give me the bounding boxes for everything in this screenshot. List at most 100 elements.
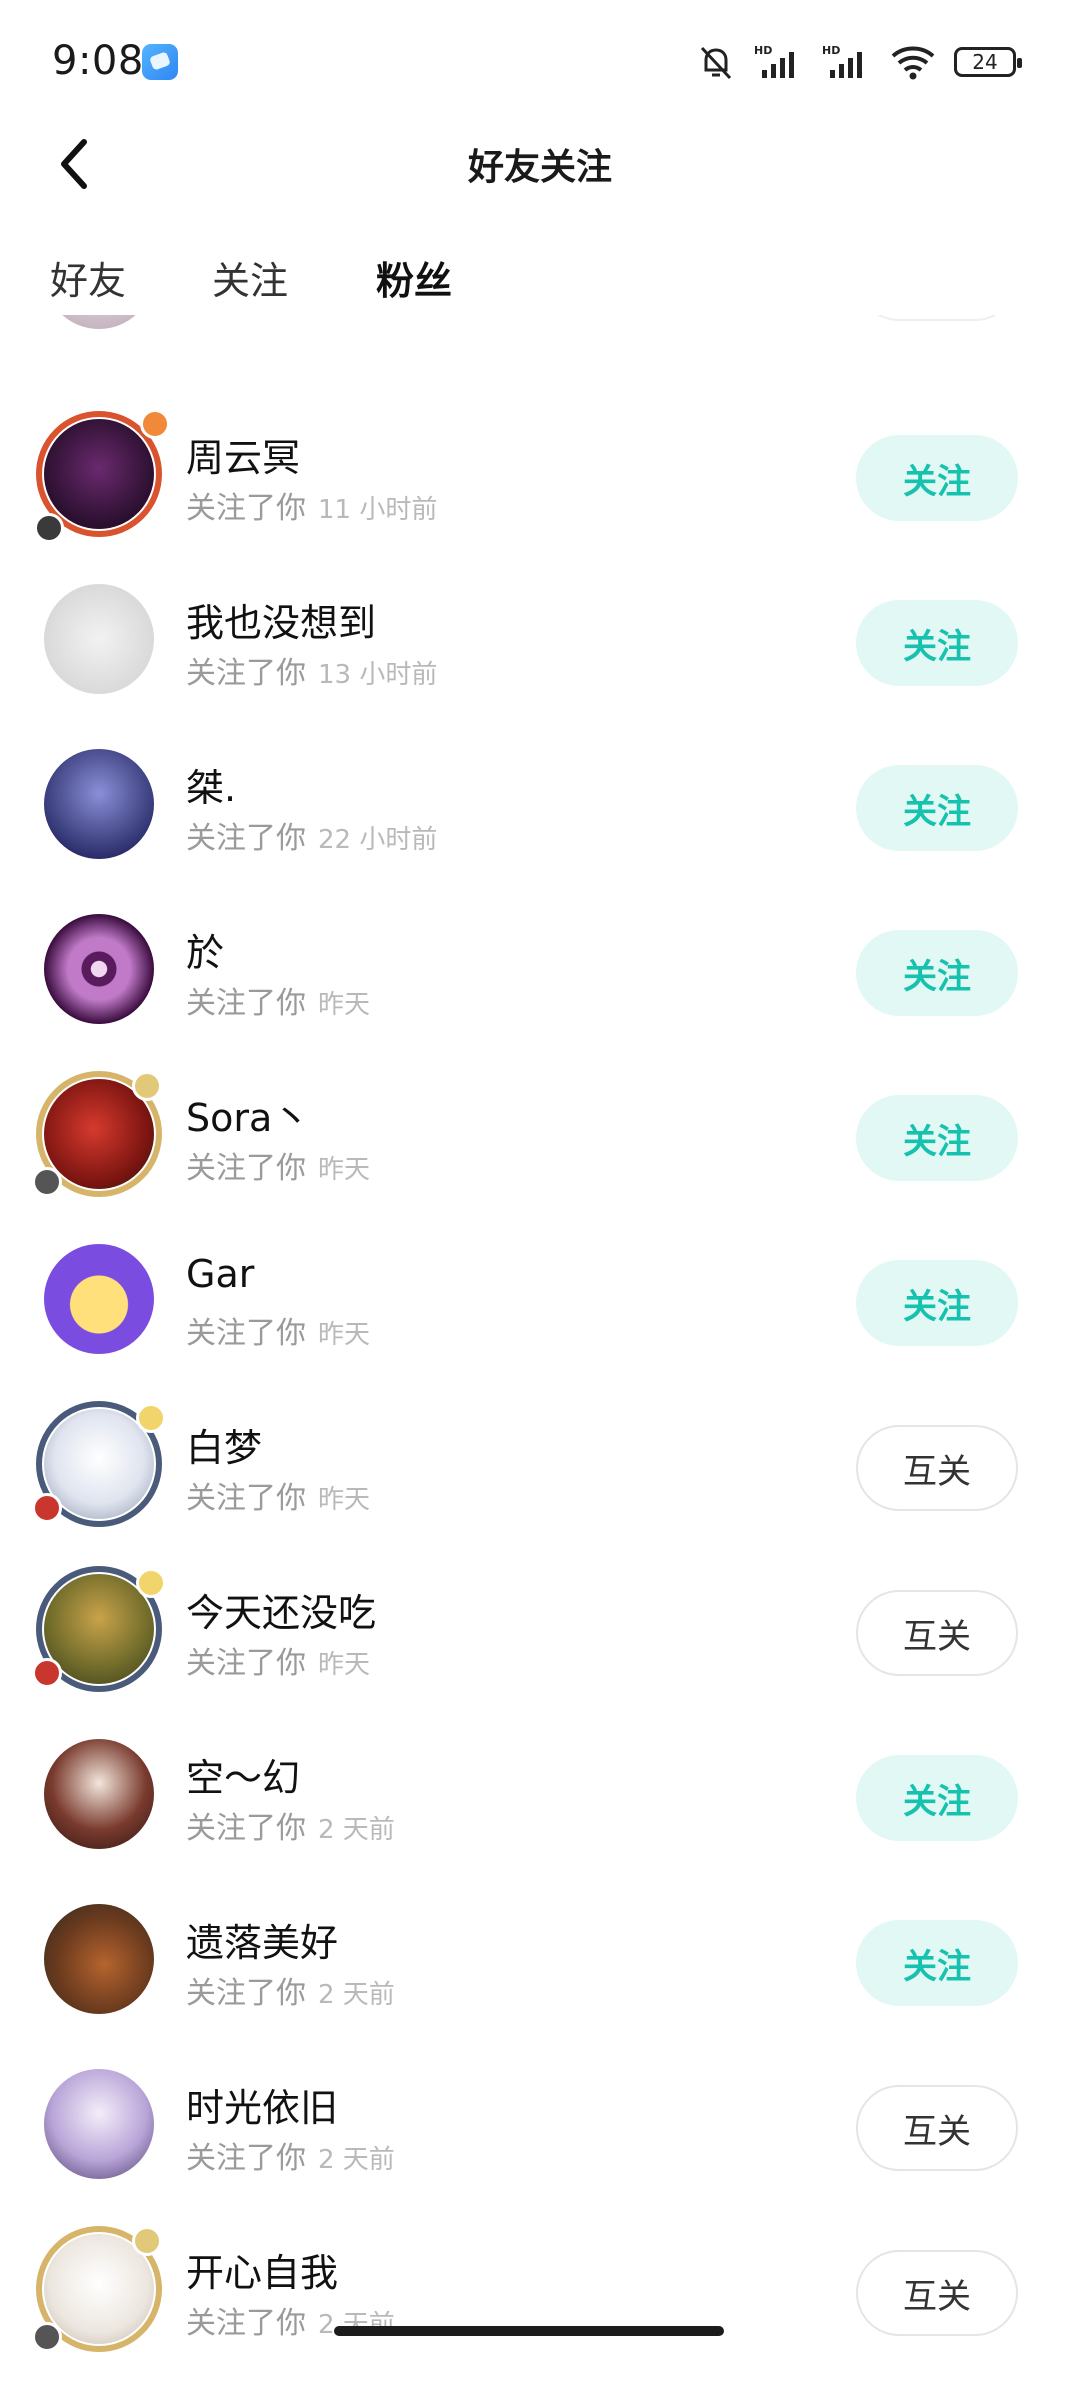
list-item[interactable]: 桀. 关注了你 22 小时前 关注: [0, 725, 1080, 890]
follow-button[interactable]: 关注: [856, 1095, 1018, 1181]
follow-button[interactable]: 关注: [856, 765, 1018, 851]
list-item[interactable]: 於 关注了你 昨天 关注: [0, 890, 1080, 1055]
avatar[interactable]: [32, 1892, 166, 2026]
list-item[interactable]: 今天还没吃 关注了你 昨天 互关: [0, 1550, 1080, 1715]
svg-text:HD: HD: [822, 44, 840, 57]
svg-text:HD: HD: [754, 44, 772, 57]
follow-info: 关注了你 昨天: [186, 1308, 370, 1352]
follow-action: 关注了你: [186, 1646, 306, 1681]
list-item[interactable]: 空～幻 关注了你 2 天前 关注: [0, 1715, 1080, 1880]
follow-action: 关注了你: [186, 986, 306, 1021]
follow-time: 昨天: [318, 1485, 371, 1515]
user-name: 开心自我: [186, 2251, 339, 2295]
mute-bell-icon: [700, 46, 732, 80]
follow-info: 关注了你 22 小时前: [186, 813, 437, 857]
follow-action: 关注了你: [186, 1811, 306, 1846]
follow-button[interactable]: 关注: [856, 1920, 1018, 2006]
avatar[interactable]: [32, 737, 166, 871]
avatar[interactable]: [32, 407, 170, 543]
follow-button[interactable]: 关注: [856, 1755, 1018, 1841]
battery-level: 24: [972, 50, 998, 74]
header: 好友关注: [0, 120, 1080, 208]
follow-action: 关注了你: [186, 821, 306, 856]
follow-info: 关注了你 昨天: [186, 978, 370, 1022]
tab-fans[interactable]: 粉丝: [376, 250, 452, 305]
avatar[interactable]: [32, 2222, 166, 2356]
user-name: 周云冥: [186, 436, 301, 480]
avatar[interactable]: [32, 1562, 166, 1696]
mutual-follow-button[interactable]: 互关: [856, 2085, 1018, 2171]
avatar[interactable]: [32, 2057, 166, 2191]
avatar[interactable]: [32, 1727, 166, 1861]
follow-button[interactable]: 关注: [856, 1260, 1018, 1346]
list-item[interactable]: 时光依旧 关注了你 2 天前 互关: [0, 2045, 1080, 2210]
list-item[interactable]: Sora丶 关注了你 昨天 关注: [0, 1055, 1080, 1220]
signal-hd-icon: HD: [754, 44, 794, 78]
list-item[interactable]: 周云冥 关注了你 11 小时前 关注: [0, 395, 1080, 560]
follow-info: 关注了你 2 天前: [186, 1803, 395, 1847]
mutual-follow-button[interactable]: [856, 315, 1018, 321]
app-notification-icon: [142, 44, 178, 80]
follow-info: 关注了你 11 小时前: [186, 483, 437, 527]
follow-action: 关注了你: [186, 2306, 306, 2341]
followers-list: 周云冥 关注了你 11 小时前 关注 我也没想到 关注了你 13 小时前 关注 桀.…: [0, 315, 1080, 2365]
follow-button[interactable]: 关注: [856, 435, 1018, 521]
page-title: 好友关注: [467, 147, 612, 188]
follow-time: 2 天前: [318, 1980, 395, 2010]
user-name: 空～幻: [186, 1756, 301, 1800]
follow-info: 关注了你 昨天: [186, 1473, 370, 1517]
follow-action: 关注了你: [186, 656, 306, 691]
home-indicator[interactable]: [334, 2326, 724, 2336]
user-name: 白梦: [186, 1426, 263, 1470]
follow-info: 关注了你 2 天前: [186, 1968, 395, 2012]
mutual-follow-button[interactable]: 互关: [856, 1590, 1018, 1676]
follow-button[interactable]: 关注: [856, 600, 1018, 686]
follow-time: 22 小时前: [318, 825, 438, 855]
list-item[interactable]: 开心自我 关注了你 2 天前 互关: [0, 2210, 1080, 2365]
list-item[interactable]: 白梦 关注了你 昨天 互关: [0, 1385, 1080, 1550]
mutual-follow-button[interactable]: 互关: [856, 1425, 1018, 1511]
follow-time: 昨天: [318, 1320, 371, 1350]
mutual-follow-button[interactable]: 互关: [856, 2250, 1018, 2336]
list-item[interactable]: 遗落美好 关注了你 2 天前 关注: [0, 1880, 1080, 2045]
avatar[interactable]: [32, 572, 166, 706]
follow-action: 关注了你: [186, 1151, 306, 1186]
avatar[interactable]: [32, 1232, 166, 1366]
follow-info: 关注了你 昨天: [186, 1638, 370, 1682]
user-name: 遗落美好: [186, 1921, 339, 1965]
follow-time: 昨天: [318, 990, 371, 1020]
user-name: 我也没想到: [186, 601, 377, 645]
follow-action: 关注了你: [186, 1481, 306, 1516]
user-name: 桀.: [186, 766, 237, 810]
avatar[interactable]: [32, 315, 166, 341]
status-time: 9:08: [52, 38, 144, 84]
list-item[interactable]: [0, 315, 1080, 360]
avatar[interactable]: [32, 1397, 166, 1531]
user-name: 今天还没吃: [186, 1591, 377, 1635]
list-item[interactable]: Gar 关注了你 昨天 关注: [0, 1220, 1080, 1385]
battery-indicator: 24: [954, 47, 1022, 77]
user-name: Gar: [186, 1252, 255, 1296]
user-name: 时光依旧: [186, 2086, 339, 2130]
avatar[interactable]: [32, 1067, 166, 1201]
tab-following[interactable]: 关注: [212, 250, 288, 305]
user-name: Sora丶: [186, 1096, 311, 1140]
follow-time: 昨天: [318, 1155, 371, 1185]
follow-info: 关注了你 2 天前: [186, 2133, 395, 2177]
avatar[interactable]: [32, 902, 166, 1036]
status-icons: HD HD 24: [696, 40, 1022, 84]
follow-info: 关注了你 昨天: [186, 1143, 370, 1187]
wifi-icon: [891, 46, 935, 80]
list-item[interactable]: 我也没想到 关注了你 13 小时前 关注: [0, 560, 1080, 725]
tab-friends[interactable]: 好友: [50, 250, 126, 305]
follow-action: 关注了你: [186, 1316, 306, 1351]
follow-time: 2 天前: [318, 2145, 395, 2175]
follow-time: 昨天: [318, 1650, 371, 1680]
signal-hd-icon-2: HD: [822, 44, 862, 78]
follow-button[interactable]: 关注: [856, 930, 1018, 1016]
follow-info: 关注了你 13 小时前: [186, 648, 437, 692]
follow-time: 2 天前: [318, 1815, 395, 1845]
status-bar: 9:08 HD HD 24: [0, 0, 1080, 120]
follow-time: 11 小时前: [318, 495, 438, 525]
user-name: 於: [186, 931, 225, 975]
